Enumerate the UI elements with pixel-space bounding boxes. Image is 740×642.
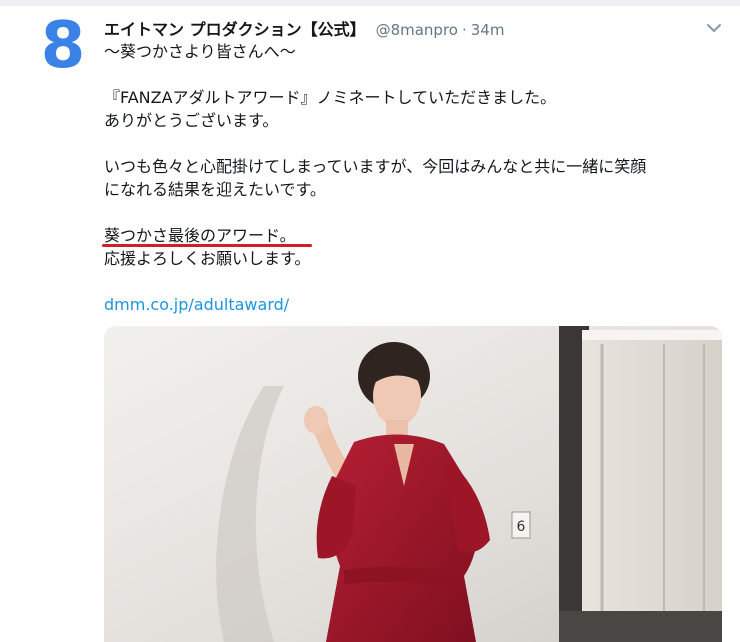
avatar[interactable]: 8 [36, 14, 88, 78]
tweet-line: になれる結果を迎えたいです。 [104, 180, 326, 199]
tweet-line-highlighted: 葵つかさ最後のアワード。 [102, 224, 704, 247]
tweet-line: いつも色々と心配掛けてしまっていますが、今回はみんなと共に一緒に笑顔 [104, 157, 647, 176]
tweet-line: 応援よろしくお願いします。 [104, 249, 311, 268]
top-edge [0, 0, 740, 6]
display-name[interactable]: エイトマン プロダクション【公式】 [104, 16, 366, 40]
timestamp[interactable]: 34m [471, 21, 505, 39]
user-handle[interactable]: @8manpro [376, 21, 458, 39]
tweet-text: 〜葵つかさより皆さんへ〜 『FANZAアダルトアワード』ノミネートしていただきま… [102, 40, 704, 316]
tweet-photo[interactable]: 6 [104, 326, 722, 642]
avatar-logo: 8 [40, 9, 86, 83]
chevron-down-icon[interactable] [702, 16, 726, 40]
wall-number: 6 [517, 519, 526, 535]
tweet-link[interactable]: dmm.co.jp/adultaward/ [104, 295, 289, 314]
separator: · [461, 21, 467, 39]
tweet-line: ありがとうございます。 [104, 111, 279, 130]
highlighted-text: 葵つかさ最後のアワード。 [102, 226, 312, 247]
tweet-line: 『FANZAアダルトアワード』ノミネートしていただきました。 [104, 88, 557, 107]
tweet-line: 〜葵つかさより皆さんへ〜 [104, 42, 296, 61]
tweet-header: エイトマン プロダクション【公式】 @8manpro · 34m [104, 16, 504, 40]
